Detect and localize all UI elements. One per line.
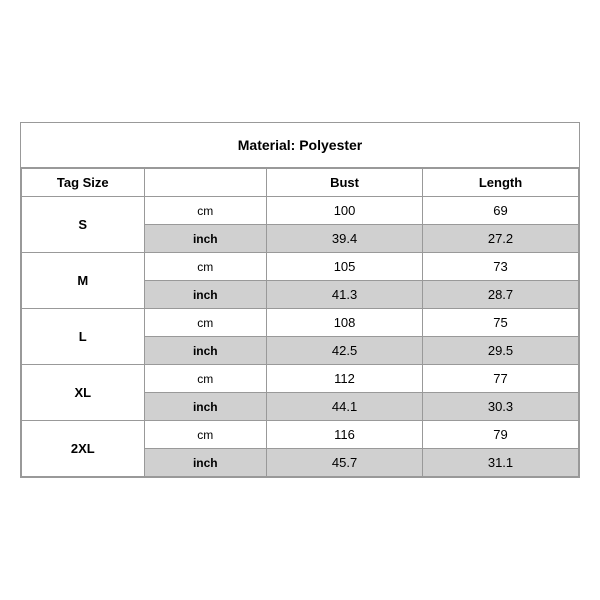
length-cm: 79	[423, 421, 579, 449]
unit-inch: inch	[144, 281, 267, 309]
table-row: XL cm 112 77	[22, 365, 579, 393]
unit-cm: cm	[144, 253, 267, 281]
tag-size-cell: XL	[22, 365, 145, 421]
length-inch: 29.5	[423, 337, 579, 365]
unit-cm: cm	[144, 421, 267, 449]
length-inch: 30.3	[423, 393, 579, 421]
bust-cm: 100	[267, 197, 423, 225]
bust-inch: 44.1	[267, 393, 423, 421]
tag-size-cell: L	[22, 309, 145, 365]
bust-cm: 105	[267, 253, 423, 281]
bust-inch: 41.3	[267, 281, 423, 309]
length-cm: 77	[423, 365, 579, 393]
table-row: M cm 105 73	[22, 253, 579, 281]
unit-cm: cm	[144, 197, 267, 225]
unit-cm: cm	[144, 309, 267, 337]
tag-size-cell: M	[22, 253, 145, 309]
size-chart: Material: Polyester Tag Size Bust Length…	[20, 122, 580, 478]
unit-inch: inch	[144, 449, 267, 477]
unit-inch: inch	[144, 337, 267, 365]
unit-cm: cm	[144, 365, 267, 393]
tag-size-cell: S	[22, 197, 145, 253]
length-cm: 73	[423, 253, 579, 281]
header-tag-size: Tag Size	[22, 169, 145, 197]
table-row: 2XL cm 116 79	[22, 421, 579, 449]
bust-inch: 42.5	[267, 337, 423, 365]
bust-cm: 112	[267, 365, 423, 393]
table-row: S cm 100 69	[22, 197, 579, 225]
header-bust: Bust	[267, 169, 423, 197]
bust-cm: 116	[267, 421, 423, 449]
chart-title: Material: Polyester	[21, 123, 579, 168]
length-inch: 28.7	[423, 281, 579, 309]
size-table: Tag Size Bust Length S cm 100 69 inch 39…	[21, 168, 579, 477]
bust-inch: 39.4	[267, 225, 423, 253]
table-row: L cm 108 75	[22, 309, 579, 337]
unit-inch: inch	[144, 393, 267, 421]
length-inch: 27.2	[423, 225, 579, 253]
length-cm: 75	[423, 309, 579, 337]
bust-cm: 108	[267, 309, 423, 337]
tag-size-cell: 2XL	[22, 421, 145, 477]
table-header-row: Tag Size Bust Length	[22, 169, 579, 197]
length-inch: 31.1	[423, 449, 579, 477]
bust-inch: 45.7	[267, 449, 423, 477]
length-cm: 69	[423, 197, 579, 225]
header-length: Length	[423, 169, 579, 197]
unit-inch: inch	[144, 225, 267, 253]
header-unit-col	[144, 169, 267, 197]
